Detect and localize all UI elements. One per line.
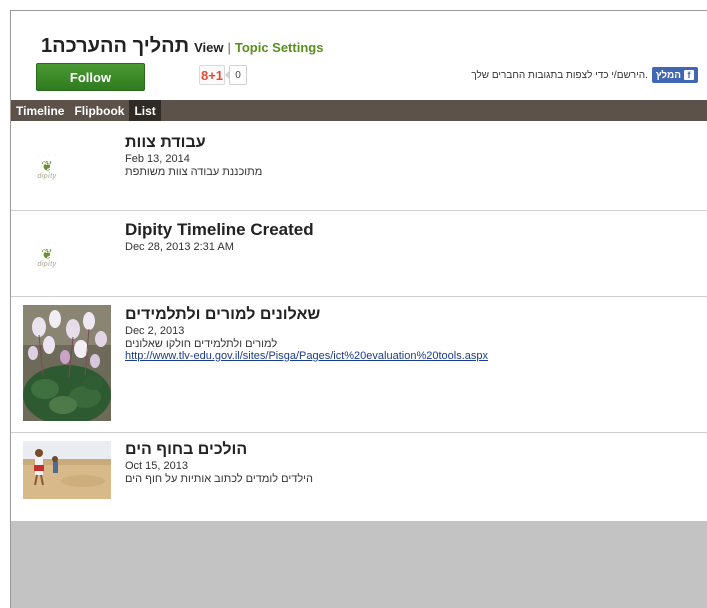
event-title[interactable]: עבודת צוות: [125, 134, 262, 152]
dipity-logo-icon: · · · · ❦ dipity: [37, 152, 57, 180]
view-link[interactable]: View: [194, 40, 223, 55]
list-item[interactable]: הולכים בחוף הים Oct 15, 2013 הילדים לומד…: [11, 433, 707, 521]
list-item[interactable]: שאלונים למורים ולתלמידים Dec 2, 2013 למו…: [11, 297, 707, 433]
event-title[interactable]: שאלונים למורים ולתלמידים: [125, 306, 488, 324]
event-description: הילדים לומדים לכתוב אותיות על חוף הים: [125, 473, 313, 485]
tab-timeline[interactable]: Timeline: [11, 100, 69, 121]
event-title[interactable]: הולכים בחוף הים: [125, 441, 313, 459]
topic-header: תהליך ההערכה1 View | Topic Settings Foll…: [11, 11, 707, 100]
event-thumbnail: · · · · ❦ dipity: [23, 142, 71, 190]
event-date: Feb 13, 2014: [125, 153, 190, 165]
event-date: Dec 28, 2013 2:31 AM: [125, 241, 234, 253]
google-plus-count: 0: [225, 65, 247, 85]
event-description: מתוכננת עבודה צוות משותפת: [125, 166, 263, 178]
cyclamen-photo-icon: [23, 305, 111, 421]
page-title: תהליך ההערכה1: [41, 35, 190, 57]
list-footer-area: [11, 521, 707, 608]
event-description: למורים ולתלמידים חולקו שאלונים: [125, 338, 278, 350]
event-text: שאלונים למורים ולתלמידים Dec 2, 2013 למו…: [125, 306, 488, 362]
facebook-icon: f: [684, 70, 694, 80]
google-plus-button[interactable]: 8+1: [199, 65, 225, 85]
event-title[interactable]: Dipity Timeline Created: [125, 220, 314, 240]
event-text: עבודת צוות Feb 13, 2014 מתוכננת עבודה צו…: [125, 134, 262, 178]
event-text: הולכים בחוף הים Oct 15, 2013 הילדים לומד…: [125, 441, 313, 485]
list-item[interactable]: · · · · ❦ dipity Dipity Timeline Created…: [11, 211, 707, 297]
timeline-frame: תהליך ההערכה1 View | Topic Settings Foll…: [10, 10, 707, 608]
event-thumbnail: [23, 305, 111, 421]
beach-photo-icon: [23, 441, 111, 499]
tab-flipbook[interactable]: Flipbook: [69, 100, 129, 121]
google-plus-widget: 8+1 0: [199, 64, 247, 86]
follow-button[interactable]: Follow: [36, 63, 145, 91]
title-separator: |: [227, 40, 231, 55]
event-link[interactable]: http://www.tlv-edu.gov.il/sites/Pisga/Pa…: [125, 350, 488, 362]
event-text: Dipity Timeline Created Dec 28, 2013 2:3…: [125, 220, 314, 253]
facebook-signup-text: הירשם/י כדי לצפות בתגובות החברים שלך.: [471, 69, 648, 81]
event-thumbnail: [23, 441, 111, 499]
topic-settings-link[interactable]: Topic Settings: [235, 40, 324, 55]
view-tabs: Timeline Flipbook List: [11, 100, 707, 121]
facebook-widget: הירשם/י כדי לצפות בתגובות החברים שלך. המ…: [471, 67, 698, 83]
facebook-recommend-button[interactable]: המלץ f: [651, 67, 698, 83]
event-date: Dec 2, 2013: [125, 325, 185, 337]
event-thumbnail: · · · · ❦ dipity: [23, 230, 71, 278]
list-item[interactable]: · · · · ❦ dipity עבודת צוות Feb 13, 2014…: [11, 121, 707, 211]
facebook-button-label: המלץ: [655, 69, 681, 81]
dipity-logo-icon: · · · · ❦ dipity: [37, 240, 57, 268]
event-date: Oct 15, 2013: [125, 460, 188, 472]
tab-list[interactable]: List: [129, 100, 161, 121]
title-row: תהליך ההערכה1 View | Topic Settings: [41, 35, 323, 61]
